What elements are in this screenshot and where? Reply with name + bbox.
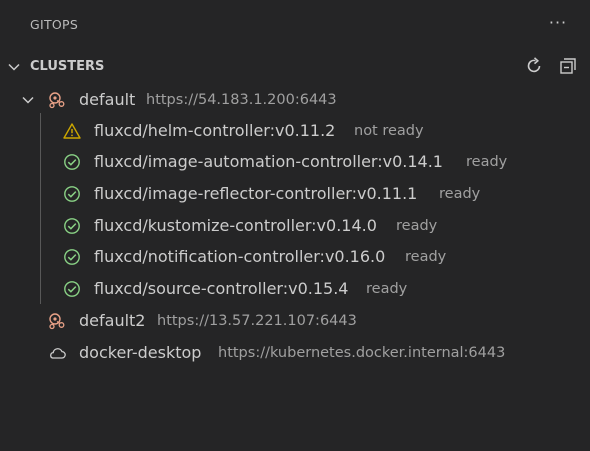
controller-status: ready xyxy=(466,154,508,170)
chevron-down-icon[interactable] xyxy=(6,59,22,75)
cluster-name: default xyxy=(79,90,136,109)
controller-item[interactable]: fluxcd/notification-controller:v0.16.0 r… xyxy=(0,242,590,272)
check-circle-icon xyxy=(64,218,80,234)
cluster-name: default2 xyxy=(79,311,146,330)
controller-name: fluxcd/helm-controller:v0.11.2 xyxy=(94,121,336,140)
controller-item[interactable]: fluxcd/source-controller:v0.15.4 ready xyxy=(0,274,590,304)
controller-status: ready xyxy=(396,218,438,234)
controller-name: fluxcd/image-reflector-controller:v0.11.… xyxy=(94,184,418,203)
section-title: CLUSTERS xyxy=(30,59,105,74)
cluster-url: https://13.57.221.107:6443 xyxy=(157,313,357,329)
chevron-down-icon[interactable] xyxy=(20,92,36,108)
refresh-icon[interactable] xyxy=(524,56,544,76)
controller-status: ready xyxy=(439,186,481,202)
controller-item[interactable]: fluxcd/image-automation-controller:v0.14… xyxy=(0,147,590,177)
controller-status: ready xyxy=(366,281,408,297)
clusters-section-header[interactable]: CLUSTERS xyxy=(0,56,590,78)
more-actions-button[interactable]: ··· xyxy=(547,12,569,34)
controller-name: fluxcd/kustomize-controller:v0.14.0 xyxy=(94,216,377,235)
cluster-url: https://kubernetes.docker.internal:6443 xyxy=(218,345,506,361)
cluster-icon xyxy=(49,313,65,330)
cluster-item-default[interactable]: default https://54.183.1.200:6443 xyxy=(0,85,590,115)
controller-name: fluxcd/notification-controller:v0.16.0 xyxy=(94,247,386,266)
controller-status: not ready xyxy=(354,123,424,139)
check-circle-icon xyxy=(64,154,80,170)
check-circle-icon xyxy=(64,281,80,297)
controller-item[interactable]: fluxcd/kustomize-controller:v0.14.0 read… xyxy=(0,211,590,241)
cluster-url: https://54.183.1.200:6443 xyxy=(146,92,337,108)
check-circle-icon xyxy=(64,249,80,265)
cluster-item-docker-desktop[interactable]: docker-desktop https://kubernetes.docker… xyxy=(0,338,590,368)
panel-header: GITOPS ··· xyxy=(0,0,590,48)
controller-item[interactable]: fluxcd/image-reflector-controller:v0.11.… xyxy=(0,179,590,209)
check-circle-icon xyxy=(64,186,80,202)
controller-item[interactable]: fluxcd/helm-controller:v0.11.2 not ready xyxy=(0,116,590,146)
cluster-name: docker-desktop xyxy=(79,343,202,362)
warning-icon xyxy=(63,123,81,139)
controller-status: ready xyxy=(405,249,447,265)
controller-name: fluxcd/source-controller:v0.15.4 xyxy=(94,279,349,298)
collapse-all-icon[interactable] xyxy=(558,56,578,76)
cluster-icon xyxy=(49,92,65,109)
controller-name: fluxcd/image-automation-controller:v0.14… xyxy=(94,152,443,171)
panel-title: GITOPS xyxy=(30,17,79,32)
cluster-item-default2[interactable]: default2 https://13.57.221.107:6443 xyxy=(0,306,590,336)
cloud-icon xyxy=(50,348,66,359)
